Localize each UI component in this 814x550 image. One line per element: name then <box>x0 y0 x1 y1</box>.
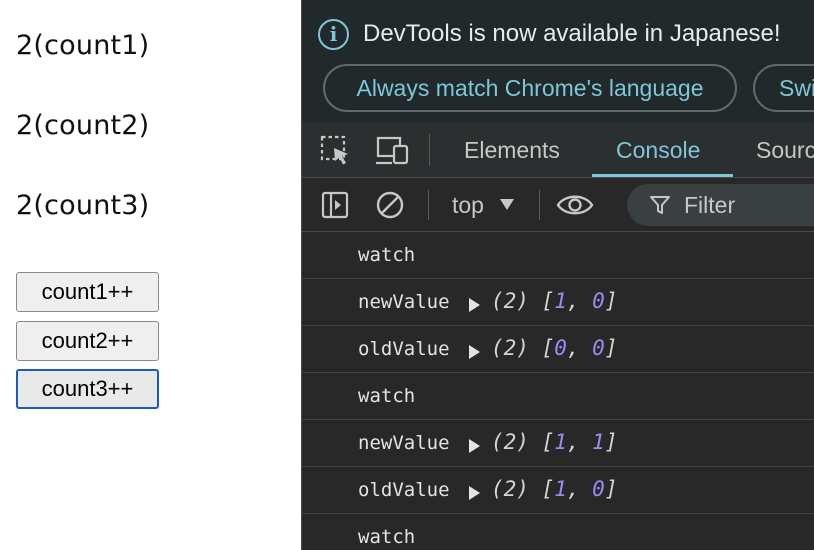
array-preview[interactable]: (2) [1, 0] <box>491 289 617 313</box>
clear-console-icon[interactable] <box>375 190 405 220</box>
console-message: newValue (2) [1, 1] <box>302 420 814 467</box>
toolbar-divider <box>428 190 429 220</box>
array-element-value: 0 <box>592 289 605 313</box>
console-message: watch <box>302 232 814 279</box>
filter-placeholder: Filter <box>684 192 736 218</box>
array-element-value: 1 <box>554 477 567 501</box>
console-filter-input[interactable]: Filter <box>627 184 814 226</box>
console-message-label: newValue <box>358 432 450 454</box>
console-message-label: watch <box>358 526 416 548</box>
console-message: oldValue (2) [1, 0] <box>302 467 814 514</box>
array-preview[interactable]: (2) [0, 0] <box>491 336 617 360</box>
tab-console[interactable]: Console <box>616 122 700 178</box>
console-message-label: oldValue <box>358 479 450 501</box>
sidebar-toggle-icon[interactable] <box>321 191 349 219</box>
array-element-value: 1 <box>592 430 605 454</box>
switch-language-button[interactable]: Swi <box>753 64 814 112</box>
language-infobar: i DevTools is now available in Japanese!… <box>302 0 814 122</box>
array-preview[interactable]: (2) [1, 1] <box>491 430 617 454</box>
count1-display: 2(count1) <box>16 30 150 61</box>
console-message-label: newValue <box>358 291 450 313</box>
array-element-value: 1 <box>554 430 567 454</box>
array-punctuation: (2) [ <box>491 289 555 313</box>
array-element-value: 0 <box>592 336 605 360</box>
filter-funnel-icon <box>650 196 670 214</box>
array-element-value: 1 <box>554 289 567 313</box>
array-punctuation: (2) [ <box>491 477 555 501</box>
count1-increment-button[interactable]: count1++ <box>16 272 159 312</box>
array-punctuation: (2) [ <box>491 336 555 360</box>
array-punctuation: ] <box>604 430 618 454</box>
array-punctuation: , <box>566 477 593 501</box>
array-punctuation: ] <box>604 336 618 360</box>
array-element-value: 0 <box>554 336 567 360</box>
count3-display: 2(count3) <box>16 190 150 221</box>
tab-elements[interactable]: Elements <box>464 122 560 178</box>
toolbar-divider-2 <box>539 190 540 220</box>
array-punctuation: , <box>566 289 593 313</box>
infobar-message: DevTools is now available in Japanese! <box>363 20 781 47</box>
devtools-panel: i DevTools is now available in Japanese!… <box>301 0 814 550</box>
devtools-tabbar: Elements Console Sourc <box>302 122 814 178</box>
array-punctuation: ] <box>604 289 618 313</box>
array-preview[interactable]: (2) [1, 0] <box>491 477 617 501</box>
tab-sources[interactable]: Sourc <box>756 122 814 178</box>
array-punctuation: ] <box>604 477 618 501</box>
expand-triangle-icon[interactable] <box>469 345 480 359</box>
tabbar-divider <box>429 134 430 166</box>
chevron-down-icon <box>500 199 514 210</box>
device-toolbar-icon[interactable] <box>374 135 410 167</box>
array-punctuation: (2) [ <box>491 430 555 454</box>
console-message: watch <box>302 514 814 550</box>
console-message-label: watch <box>358 385 416 407</box>
inspect-element-icon[interactable] <box>320 135 352 167</box>
array-element-value: 0 <box>592 477 605 501</box>
count2-display: 2(count2) <box>16 110 150 141</box>
live-expression-eye-icon[interactable] <box>556 191 594 219</box>
app-pane: 2(count1) 2(count2) 2(count3) count1++ c… <box>0 0 301 550</box>
console-log: watch newValue (2) [1, 0] oldValue (2) [0, 0… <box>302 232 814 550</box>
array-punctuation: , <box>566 430 593 454</box>
console-message-label: watch <box>358 244 416 266</box>
console-message-label: oldValue <box>358 338 450 360</box>
count3-increment-button[interactable]: count3++ <box>16 369 159 409</box>
console-message: watch <box>302 373 814 420</box>
count2-increment-button[interactable]: count2++ <box>16 321 159 361</box>
always-match-language-button[interactable]: Always match Chrome's language <box>323 64 737 112</box>
expand-triangle-icon[interactable] <box>469 439 480 453</box>
array-punctuation: , <box>566 336 593 360</box>
console-message: newValue (2) [1, 0] <box>302 279 814 326</box>
expand-triangle-icon[interactable] <box>469 298 480 312</box>
console-message: oldValue (2) [0, 0] <box>302 326 814 373</box>
active-tab-indicator <box>592 174 733 177</box>
execution-context-select[interactable]: top <box>452 178 484 232</box>
console-toolbar: top Filter <box>302 178 814 232</box>
info-icon: i <box>318 19 349 50</box>
expand-triangle-icon[interactable] <box>469 486 480 500</box>
